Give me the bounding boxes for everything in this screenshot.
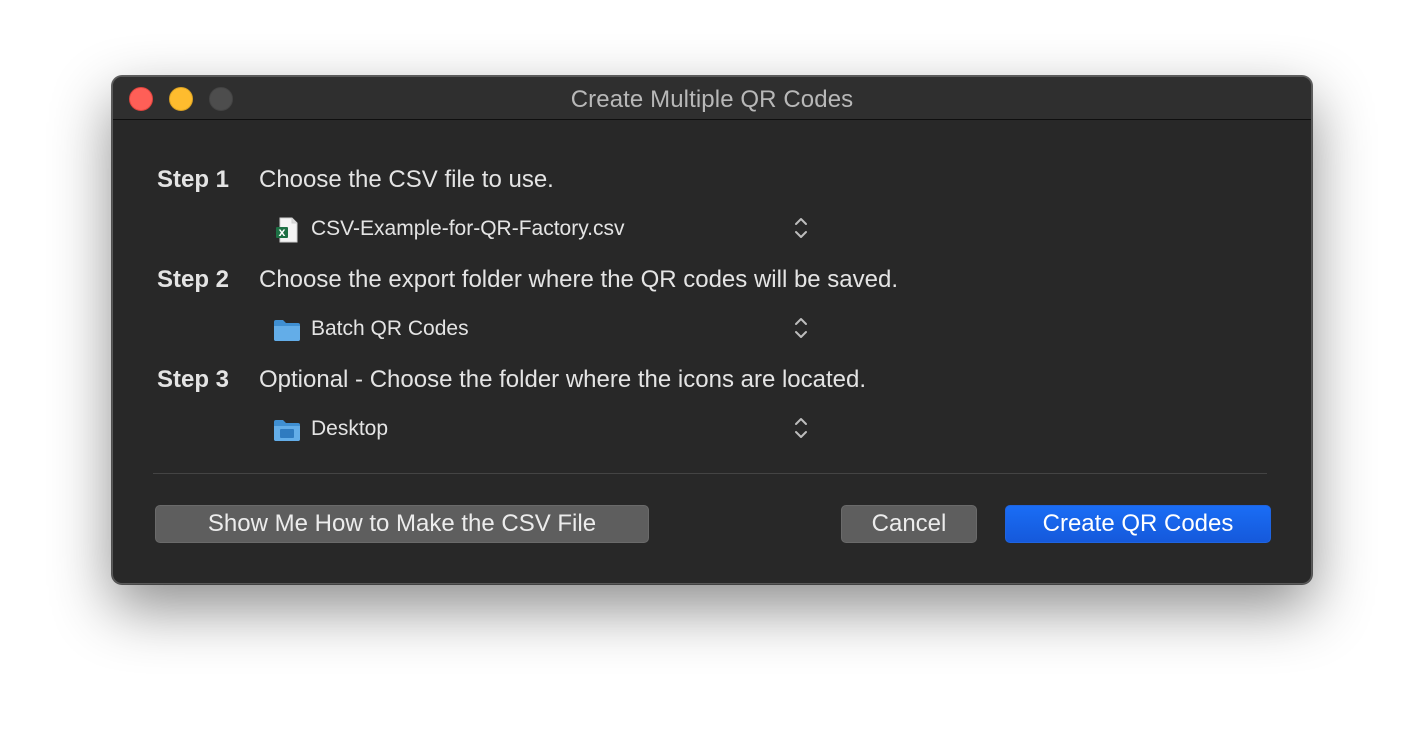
cancel-button[interactable]: Cancel (841, 505, 977, 543)
step-2-text: Choose the export folder where the QR co… (259, 266, 899, 293)
step-3-label: Step 3 (157, 366, 230, 393)
csv-file-picker[interactable]: X CSV-Example-for-QR-Factory.csv (273, 213, 813, 247)
divider (153, 473, 1267, 474)
create-qr-codes-button[interactable]: Create QR Codes (1005, 505, 1271, 543)
export-folder-picker[interactable]: Batch QR Codes (273, 313, 813, 347)
icons-folder-picker[interactable]: Desktop (273, 413, 813, 447)
step-3-text: Optional - Choose the folder where the i… (259, 366, 867, 393)
svg-text:X: X (279, 229, 286, 239)
icons-folder-picker-value: Desktop (311, 417, 389, 440)
folder-icon (273, 317, 301, 348)
csv-file-picker-value: CSV-Example-for-QR-Factory.csv (311, 217, 625, 240)
step-1-text: Choose the CSV file to use. (259, 166, 554, 193)
step-1-label: Step 1 (157, 166, 230, 193)
chevron-up-down-icon (793, 415, 809, 446)
export-folder-picker-value: Batch QR Codes (311, 317, 469, 340)
chevron-up-down-icon (793, 315, 809, 346)
show-csv-help-button[interactable]: Show Me How to Make the CSV File (155, 505, 649, 543)
title-bar[interactable]: Create Multiple QR Codes (113, 77, 1311, 120)
step-2-label: Step 2 (157, 266, 230, 293)
chevron-up-down-icon (793, 215, 809, 246)
dialog-window: Create Multiple QR Codes Step 1 Choose t… (112, 76, 1312, 584)
csv-file-icon: X (273, 217, 301, 248)
desktop-folder-icon (273, 417, 301, 448)
window-title: Create Multiple QR Codes (570, 86, 854, 113)
